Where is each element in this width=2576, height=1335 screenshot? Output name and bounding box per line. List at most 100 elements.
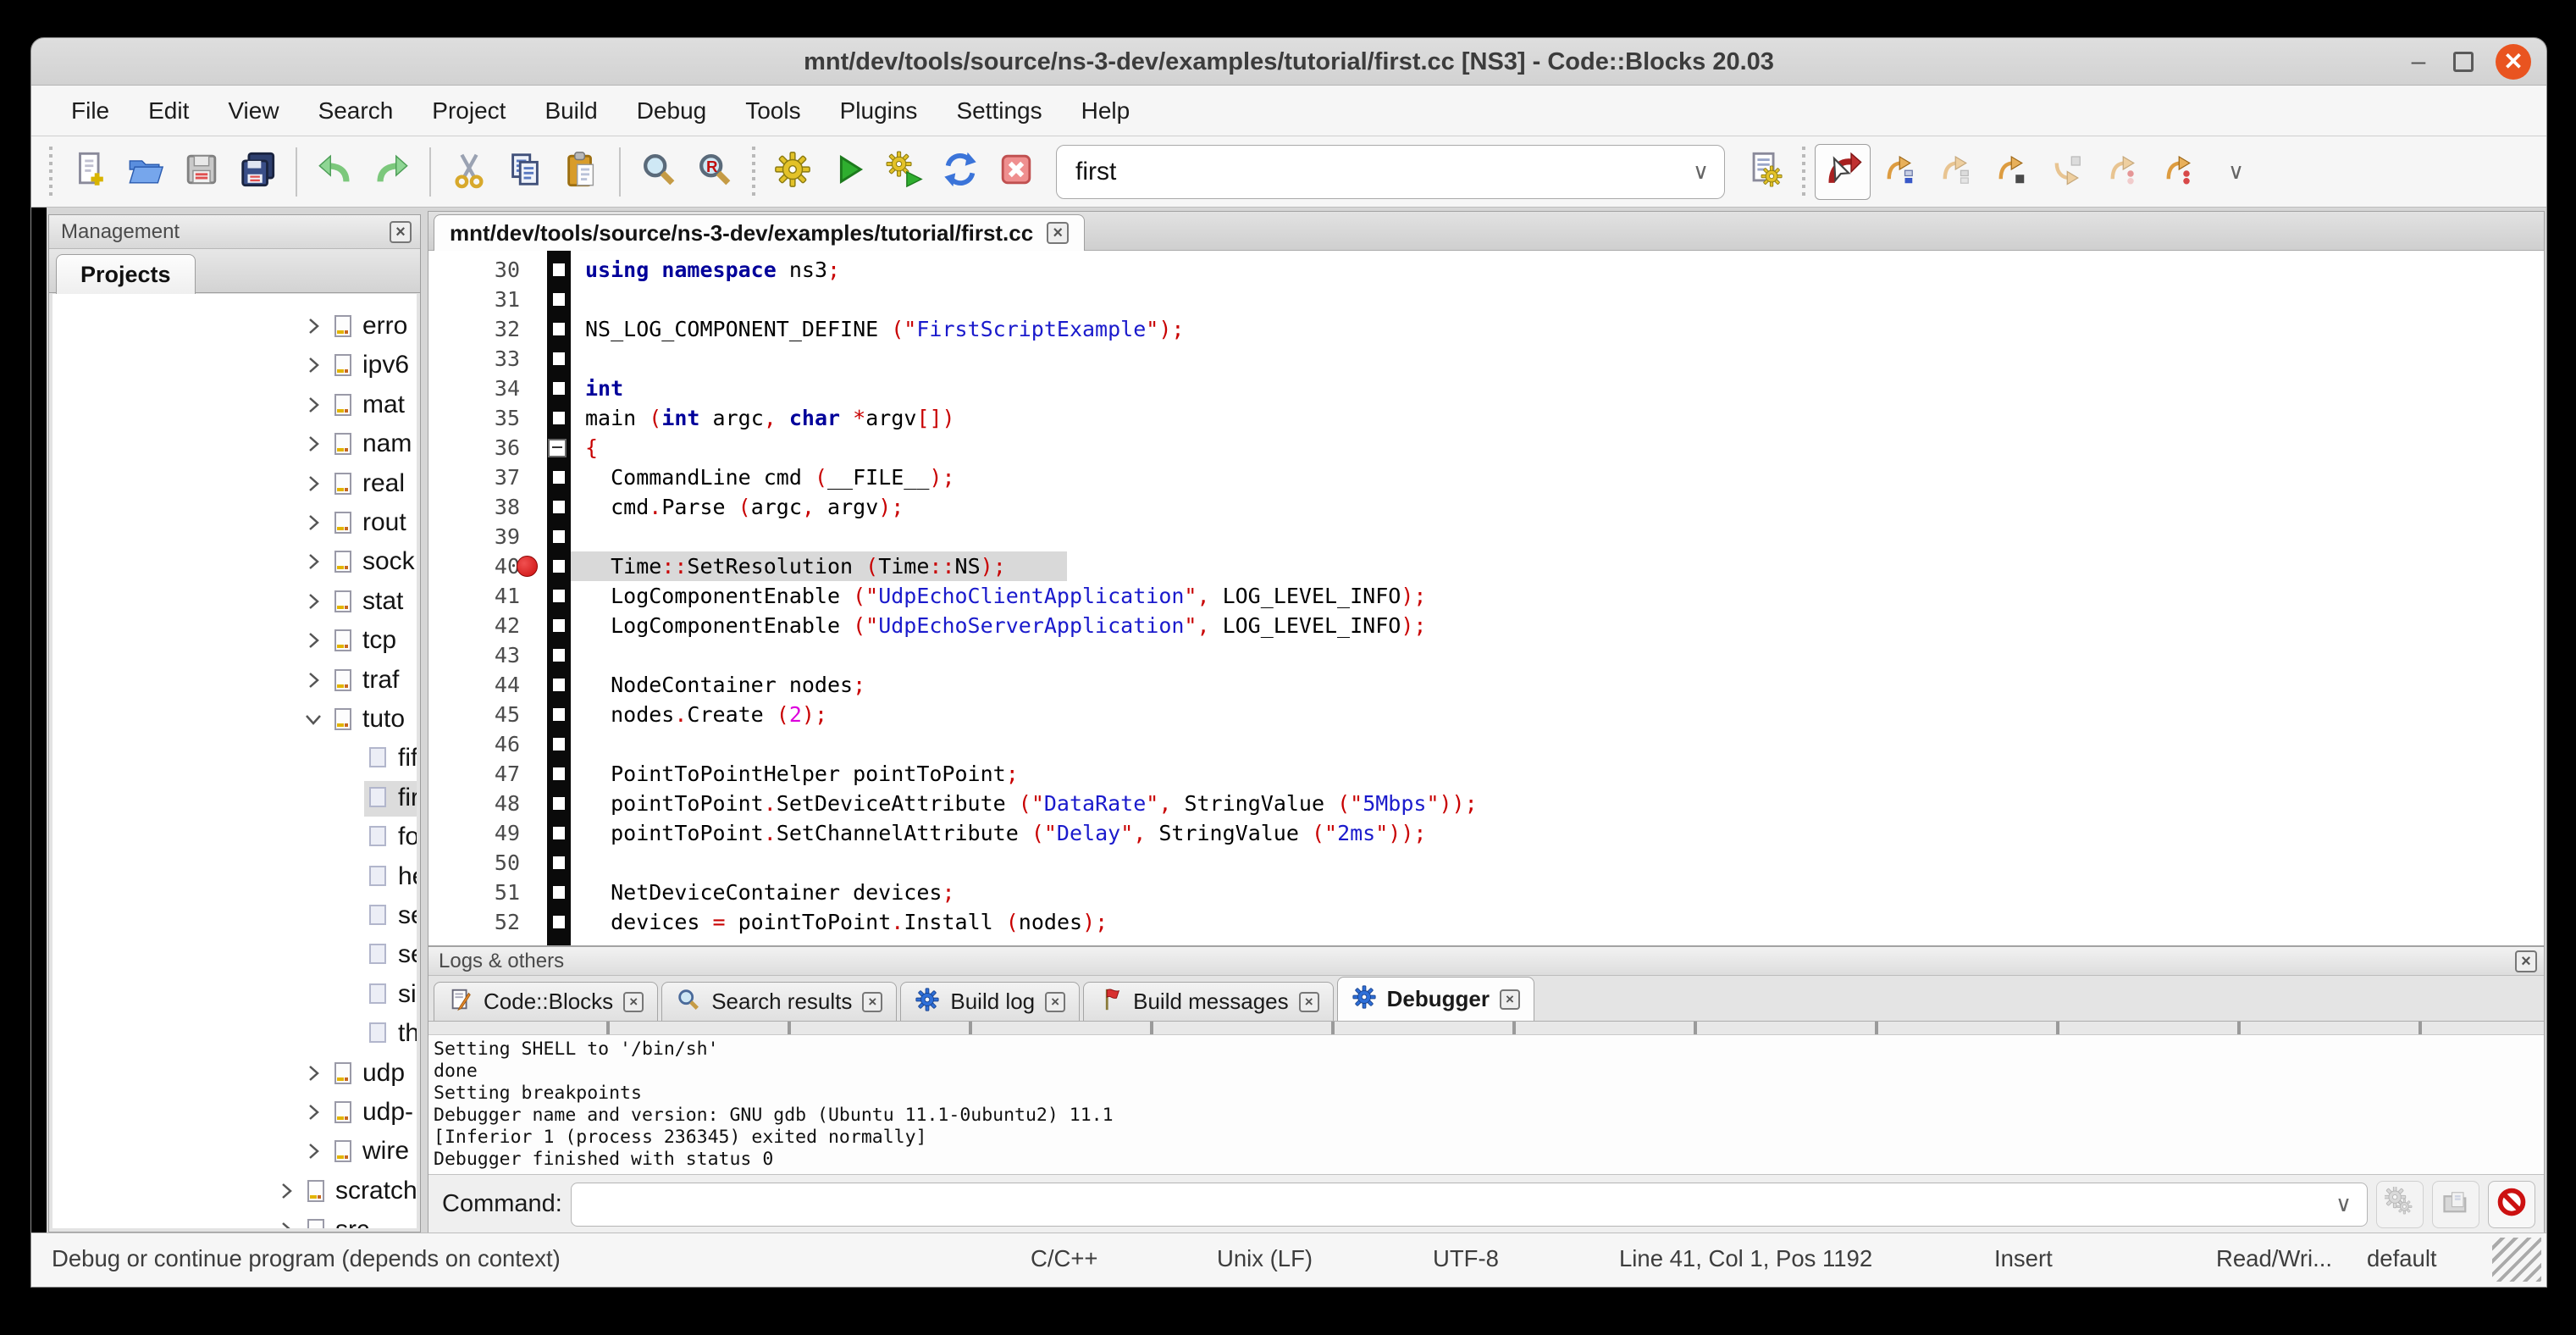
tree-item-mat[interactable]: mat	[53, 386, 417, 425]
code-line-30[interactable]: 30using namespace ns3;	[428, 255, 2544, 285]
code-line-51[interactable]: 51 NetDeviceContainer devices;	[428, 878, 2544, 907]
menu-file[interactable]: File	[52, 86, 129, 136]
find-button[interactable]	[631, 144, 687, 200]
build-target-combo[interactable]: first∨	[1056, 145, 1725, 199]
management-close-icon[interactable]: ×	[390, 221, 412, 243]
tree-item-udp[interactable]: udp	[53, 1055, 417, 1094]
tree-item-src[interactable]: src	[53, 1211, 417, 1228]
step-into-button[interactable]	[1982, 144, 2038, 200]
chevron-right-icon[interactable]	[303, 1063, 323, 1083]
chevron-right-icon[interactable]	[303, 355, 323, 375]
chevron-down-icon[interactable]	[303, 709, 323, 729]
line-number[interactable]: 30	[428, 255, 520, 285]
chevron-right-icon[interactable]	[276, 1220, 296, 1228]
line-number[interactable]: 49	[428, 818, 520, 848]
tree-item-fif[interactable]: fif	[53, 740, 417, 778]
line-number[interactable]: 36	[428, 433, 520, 463]
code-line-37[interactable]: 37 CommandLine cmd (__FILE__);	[428, 463, 2544, 492]
tree-item-se[interactable]: se	[53, 897, 417, 936]
command-input[interactable]: ∨	[571, 1183, 2368, 1227]
chevron-right-icon[interactable]	[303, 670, 323, 690]
copy-log-button[interactable]	[2432, 1181, 2479, 1228]
open-file-button[interactable]	[118, 144, 174, 200]
code-line-49[interactable]: 49 pointToPoint.SetChannelAttribute ("De…	[428, 818, 2544, 848]
chevron-right-icon[interactable]	[303, 551, 323, 572]
code-line-46[interactable]: 46	[428, 729, 2544, 759]
line-number[interactable]: 44	[428, 670, 520, 700]
log-tab-debugger[interactable]: Debugger×	[1337, 977, 1534, 1021]
close-icon[interactable]: ✕	[2496, 44, 2531, 80]
line-number[interactable]: 50	[428, 848, 520, 878]
line-number[interactable]: 48	[428, 789, 520, 818]
tree-item-udp-[interactable]: udp-	[53, 1094, 417, 1133]
code-line-47[interactable]: 47 PointToPointHelper pointToPoint;	[428, 759, 2544, 789]
menu-view[interactable]: View	[208, 86, 298, 136]
line-number[interactable]: 39	[428, 522, 520, 551]
new-file-button[interactable]	[62, 144, 118, 200]
code-line-31[interactable]: 31	[428, 285, 2544, 314]
build-and-run-button[interactable]	[876, 144, 932, 200]
log-tab-close-icon[interactable]: ×	[623, 992, 644, 1012]
abort-build-button[interactable]	[988, 144, 1044, 200]
minimize-icon[interactable]: –	[2406, 49, 2431, 75]
menu-settings[interactable]: Settings	[937, 86, 1061, 136]
code-line-32[interactable]: 32NS_LOG_COMPONENT_DEFINE ("FirstScriptE…	[428, 314, 2544, 344]
debug-continue-button[interactable]	[1815, 144, 1871, 200]
resize-grip[interactable]	[2492, 1238, 2541, 1282]
build-button[interactable]	[765, 144, 821, 200]
menu-project[interactable]: Project	[412, 86, 525, 136]
toolbar-grip[interactable]	[749, 147, 758, 197]
log-tab-build-messages[interactable]: Build messages×	[1083, 982, 1334, 1021]
code-line-42[interactable]: 42 LogComponentEnable ("UdpEchoServerApp…	[428, 611, 2544, 640]
code-line-35[interactable]: 35main (int argc, char *argv[])	[428, 403, 2544, 433]
chevron-right-icon[interactable]	[303, 630, 323, 651]
chevron-right-icon[interactable]	[303, 474, 323, 494]
code-line-39[interactable]: 39	[428, 522, 2544, 551]
chevron-right-icon[interactable]	[303, 434, 323, 454]
chevron-down-icon[interactable]: ∨	[2336, 1192, 2367, 1217]
chevron-right-icon[interactable]	[303, 1102, 323, 1122]
chevron-right-icon[interactable]	[303, 512, 323, 533]
tree-item-rout[interactable]: rout	[53, 504, 417, 543]
code-line-38[interactable]: 38 cmd.Parse (argc, argv);	[428, 492, 2544, 522]
tab-projects[interactable]: Projects	[56, 254, 196, 294]
log-tab-close-icon[interactable]: ×	[1299, 992, 1319, 1012]
line-number[interactable]: 34	[428, 374, 520, 403]
tree-item-nam[interactable]: nam	[53, 425, 417, 464]
tree-item-ipv6[interactable]: ipv6	[53, 346, 417, 385]
copy-button[interactable]	[497, 144, 553, 200]
tree-item-wire[interactable]: wire	[53, 1133, 417, 1172]
redo-button[interactable]	[363, 144, 419, 200]
tree-item-tuto[interactable]: tuto	[53, 701, 417, 740]
code-area[interactable]: 30using namespace ns3;3132NS_LOG_COMPONE…	[428, 251, 2544, 945]
code-line-50[interactable]: 50	[428, 848, 2544, 878]
log-tab-close-icon[interactable]: ×	[1500, 989, 1520, 1010]
paste-button[interactable]	[553, 144, 609, 200]
step-out-button[interactable]	[2038, 144, 2094, 200]
line-number[interactable]: 42	[428, 611, 520, 640]
rebuild-button[interactable]	[932, 144, 988, 200]
log-tab-build-log[interactable]: Build log×	[900, 982, 1080, 1021]
code-line-52[interactable]: 52 devices = pointToPoint.Install (nodes…	[428, 907, 2544, 937]
log-tab-close-icon[interactable]: ×	[862, 992, 882, 1012]
tree-item-scratch[interactable]: scratch	[53, 1172, 417, 1211]
tree-item-he[interactable]: he	[53, 858, 417, 897]
code-line-44[interactable]: 44 NodeContainer nodes;	[428, 670, 2544, 700]
code-line-40[interactable]: 40 Time::SetResolution (Time::NS);	[428, 551, 2544, 581]
tree-item-tcp[interactable]: tcp	[53, 622, 417, 661]
run-to-cursor-button[interactable]	[1871, 144, 1926, 200]
chevron-right-icon[interactable]	[303, 591, 323, 612]
code-line-45[interactable]: 45 nodes.Create (2);	[428, 700, 2544, 729]
code-line-36[interactable]: 36{	[428, 433, 2544, 463]
chevron-right-icon[interactable]	[303, 1141, 323, 1161]
log-tab-code-blocks[interactable]: Code::Blocks×	[434, 982, 658, 1021]
editor-tab-close-icon[interactable]: ×	[1047, 222, 1069, 244]
code-line-43[interactable]: 43	[428, 640, 2544, 670]
tree-item-sock[interactable]: sock	[53, 543, 417, 582]
line-number[interactable]: 33	[428, 344, 520, 374]
line-number[interactable]: 45	[428, 700, 520, 729]
code-line-41[interactable]: 41 LogComponentEnable ("UdpEchoClientApp…	[428, 581, 2544, 611]
line-number[interactable]: 32	[428, 314, 520, 344]
breakpoint-icon[interactable]	[517, 556, 538, 577]
save-all-button[interactable]	[229, 144, 285, 200]
